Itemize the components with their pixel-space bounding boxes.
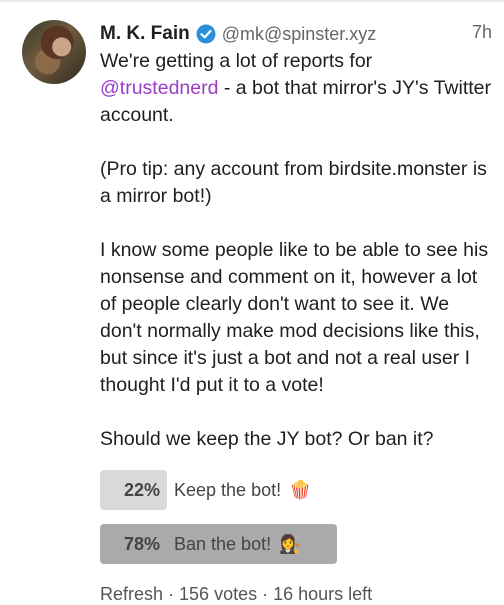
poll-text-keep: Keep the bot! <box>174 479 282 500</box>
poll-footer-separator-2: · <box>257 584 274 604</box>
poll-text-ban: Ban the bot! <box>174 533 272 554</box>
display-name[interactable]: M. K. Fain <box>100 23 190 45</box>
poll-time-left: 16 hours left <box>273 584 373 604</box>
poll-option-keep: 22% Keep the bot! 🍿 <box>100 470 404 510</box>
post-timestamp[interactable]: 7h <box>472 22 492 43</box>
post-paragraph-2: (Pro tip: any account from birdsite.mons… <box>100 158 487 207</box>
poll-percent-ban: 78% <box>123 533 160 554</box>
post-header: M. K. Fain @mk@spinster.xyz 7h <box>100 20 492 48</box>
poll: 22% Keep the bot! 🍿 78% Ban the bot! 👩‍⚖… <box>100 470 404 578</box>
post-text-1a: We're getting a lot of reports for <box>100 50 373 72</box>
poll-option-ban: 78% Ban the bot! 👩‍⚖️ <box>100 524 404 564</box>
judge-icon: 👩‍⚖️ <box>279 533 302 554</box>
poll-label-keep: 22% Keep the bot! 🍿 <box>100 470 312 510</box>
post-paragraph-3: I know some people like to be able to se… <box>100 239 489 396</box>
poll-vote-count: 156 votes <box>179 584 258 604</box>
poll-footer: Refresh · 156 votes · 16 hours left <box>100 584 372 605</box>
post-content: We're getting a lot of reports for @trus… <box>100 48 496 480</box>
poll-label-ban: 78% Ban the bot! 👩‍⚖️ <box>100 524 302 564</box>
poll-footer-separator-1: · <box>163 584 180 604</box>
poll-percent-keep: 22% <box>123 479 160 500</box>
post-paragraph-1: We're getting a lot of reports for @trus… <box>100 48 496 129</box>
top-divider <box>0 0 504 2</box>
avatar[interactable] <box>22 20 86 84</box>
account-handle[interactable]: @mk@spinster.xyz <box>222 24 377 45</box>
post-paragraph-4: Should we keep the JY bot? Or ban it? <box>100 428 434 450</box>
verified-check-icon <box>196 24 216 44</box>
mention-link[interactable]: @trustednerd <box>100 77 218 99</box>
popcorn-icon: 🍿 <box>289 479 312 500</box>
poll-refresh-link[interactable]: Refresh <box>100 584 163 604</box>
